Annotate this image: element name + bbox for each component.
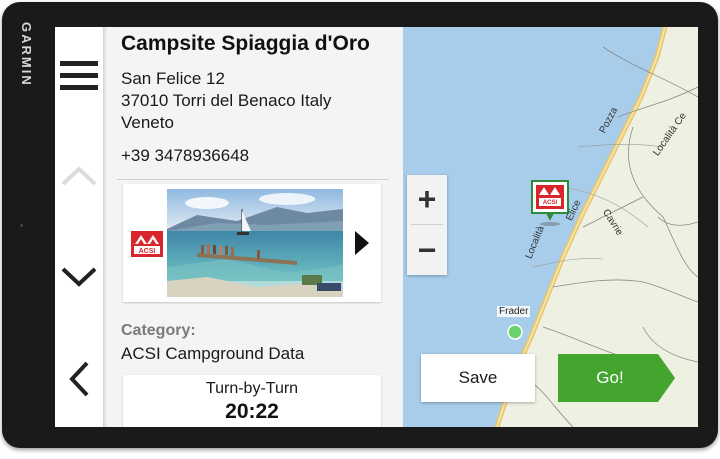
zoom-out-button[interactable]: − xyxy=(407,226,447,274)
left-nav xyxy=(55,27,103,427)
acsi-logo-text: ACSI xyxy=(139,248,156,255)
device-bezel: GARMIN Campsite Spiaggia d'Oro San Felic… xyxy=(2,2,718,448)
zoom-in-button[interactable]: + xyxy=(407,175,447,223)
light-sensor xyxy=(20,224,23,227)
route-time: 20:22 xyxy=(225,400,279,423)
photo-card[interactable]: ACSI xyxy=(123,184,381,302)
address-line-2: 37010 Torri del Benaco Italy xyxy=(121,91,332,110)
phone-number[interactable]: +39 3478936648 xyxy=(121,146,249,166)
go-label: Go! xyxy=(596,368,624,387)
back-icon xyxy=(69,361,89,397)
scroll-down-button[interactable] xyxy=(57,255,101,299)
scroll-up-button[interactable] xyxy=(57,154,101,198)
chevron-down-icon xyxy=(61,267,97,287)
chevron-up-icon xyxy=(61,166,97,186)
menu-icon xyxy=(60,61,98,90)
address-line-3: Veneto xyxy=(121,113,174,132)
zoom-divider xyxy=(411,224,443,225)
place-marker[interactable] xyxy=(507,324,523,340)
address-line-1: San Felice 12 xyxy=(121,69,225,88)
category-label: Category: xyxy=(121,322,196,339)
route-summary-card[interactable]: Turn-by-Turn 20:22 xyxy=(123,375,381,427)
play-right-icon xyxy=(355,231,369,255)
route-mode: Turn-by-Turn xyxy=(205,380,299,397)
poi-details-panel[interactable]: Campsite Spiaggia d'Oro San Felice 12 37… xyxy=(107,27,402,427)
brand-logo: GARMIN xyxy=(19,22,34,87)
save-button[interactable]: Save xyxy=(421,354,535,402)
next-photo-button[interactable] xyxy=(349,226,375,260)
campsite-photo xyxy=(167,189,343,297)
menu-button[interactable] xyxy=(57,53,101,97)
category-value: ACSI Campground Data xyxy=(121,344,305,363)
poi-marker-text: ACSI xyxy=(543,200,558,206)
map-view[interactable]: ACSI Pozza Località Ce Cavrie Elice Loca… xyxy=(403,27,698,427)
go-button[interactable]: Go! xyxy=(558,354,676,402)
divider xyxy=(117,179,389,180)
screen: Campsite Spiaggia d'Oro San Felice 12 37… xyxy=(55,27,698,427)
zoom-controls: + − xyxy=(407,175,447,275)
acsi-logo: ACSI xyxy=(131,231,163,257)
poi-title: Campsite Spiaggia d'Oro xyxy=(121,32,370,55)
place-label: Frader xyxy=(497,306,531,317)
back-button[interactable] xyxy=(57,357,101,401)
